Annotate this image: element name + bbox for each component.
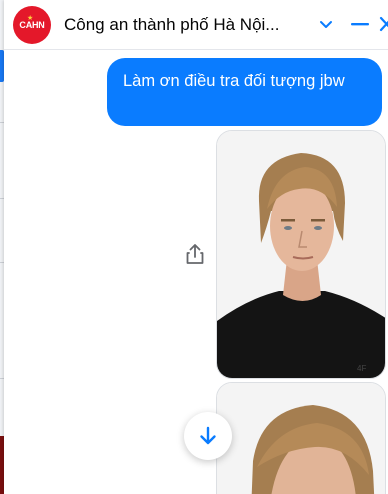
chat-header: ★ CAHN Công an thành phố Hà Nội... [4, 0, 388, 50]
message-list[interactable]: Làm ơn điều tra đối tượng jbw 4F [4, 50, 388, 494]
arrow-down-icon [200, 426, 216, 445]
message-photo[interactable] [216, 382, 386, 494]
scroll-down-button[interactable] [184, 412, 232, 460]
svg-text:4F: 4F [357, 364, 366, 373]
page: ★ CAHN Công an thành phố Hà Nội... Làm ơ… [0, 0, 388, 494]
chat-window: ★ CAHN Công an thành phố Hà Nội... Làm ơ… [4, 0, 388, 494]
message-bubble[interactable]: Làm ơn điều tra đối tượng jbw [107, 58, 382, 126]
message-photo[interactable]: 4F [216, 130, 386, 379]
close-icon[interactable] [378, 14, 388, 34]
share-icon[interactable] [184, 242, 206, 266]
portrait-image [217, 383, 385, 494]
portrait-image: 4F [217, 131, 385, 378]
avatar[interactable]: ★ CAHN [13, 6, 51, 44]
chat-title[interactable]: Công an thành phố Hà Nội... [64, 15, 316, 35]
chevron-down-icon[interactable] [318, 14, 334, 34]
minimize-icon[interactable] [350, 14, 370, 34]
star-icon: ★ [27, 15, 34, 22]
